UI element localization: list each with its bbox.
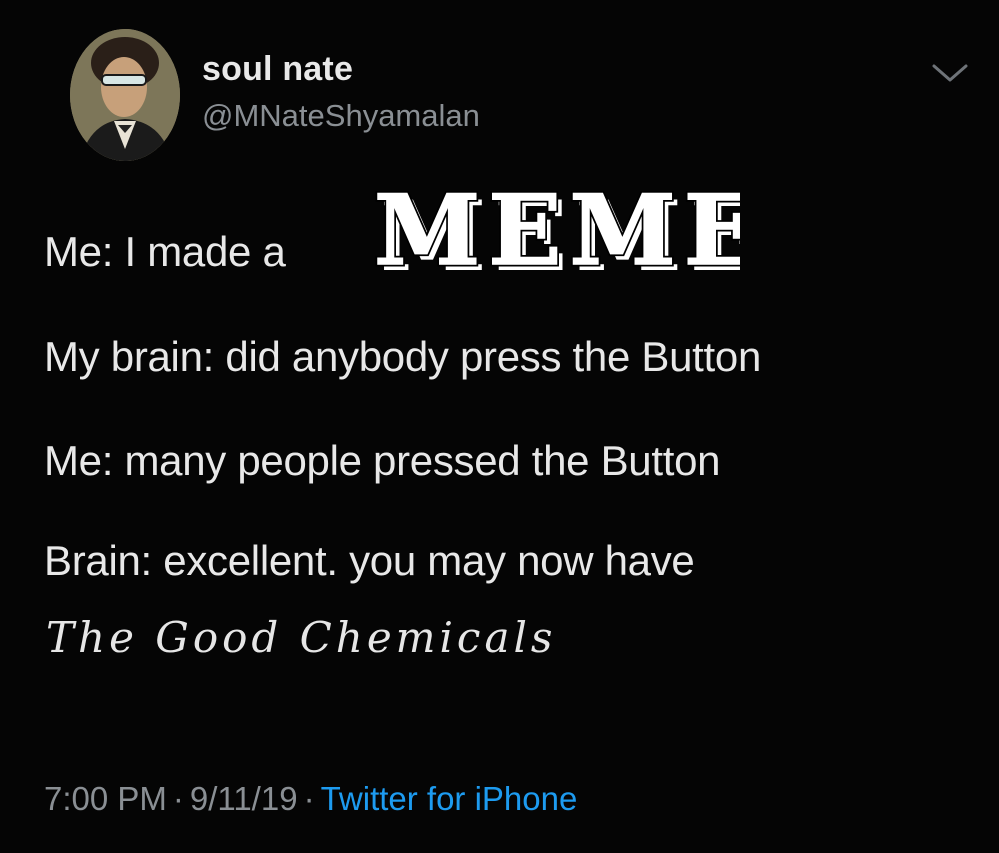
tweet-source-link[interactable]: Twitter for iPhone <box>321 780 578 817</box>
meta-separator: · <box>172 780 184 817</box>
meta-separator: · <box>303 780 315 817</box>
tweet-line-4: Brain: excellent. you may now have <box>44 537 695 584</box>
tweet-date[interactable]: 9/11/19 <box>190 780 298 817</box>
tweet-meta: 7:00 PM · 9/11/19 · Twitter for iPhone <box>44 780 577 818</box>
chevron-down-icon[interactable] <box>928 60 972 86</box>
meme-word-art: MEME MEME MEME <box>372 176 741 280</box>
tweet-line-3: Me: many people pressed the Button <box>44 437 721 484</box>
avatar-portrait <box>70 29 180 161</box>
meme-word-outline: MEME <box>374 176 740 280</box>
tweet-line-5-fancy: The Good Chemicals <box>46 613 557 662</box>
tweet-line-1-text: Me: I made a <box>44 228 286 275</box>
tweet-line-2: My brain: did anybody press the Button <box>44 333 762 380</box>
avatar[interactable] <box>70 29 180 161</box>
tweet-card: soul nate @MNateShyamalan Me: I made a M… <box>0 0 999 853</box>
tweet-time[interactable]: 7:00 PM <box>44 780 167 817</box>
tweet-line-1: Me: I made a <box>44 228 286 276</box>
user-handle[interactable]: @MNateShyamalan <box>202 98 480 134</box>
display-name[interactable]: soul nate <box>202 50 353 89</box>
